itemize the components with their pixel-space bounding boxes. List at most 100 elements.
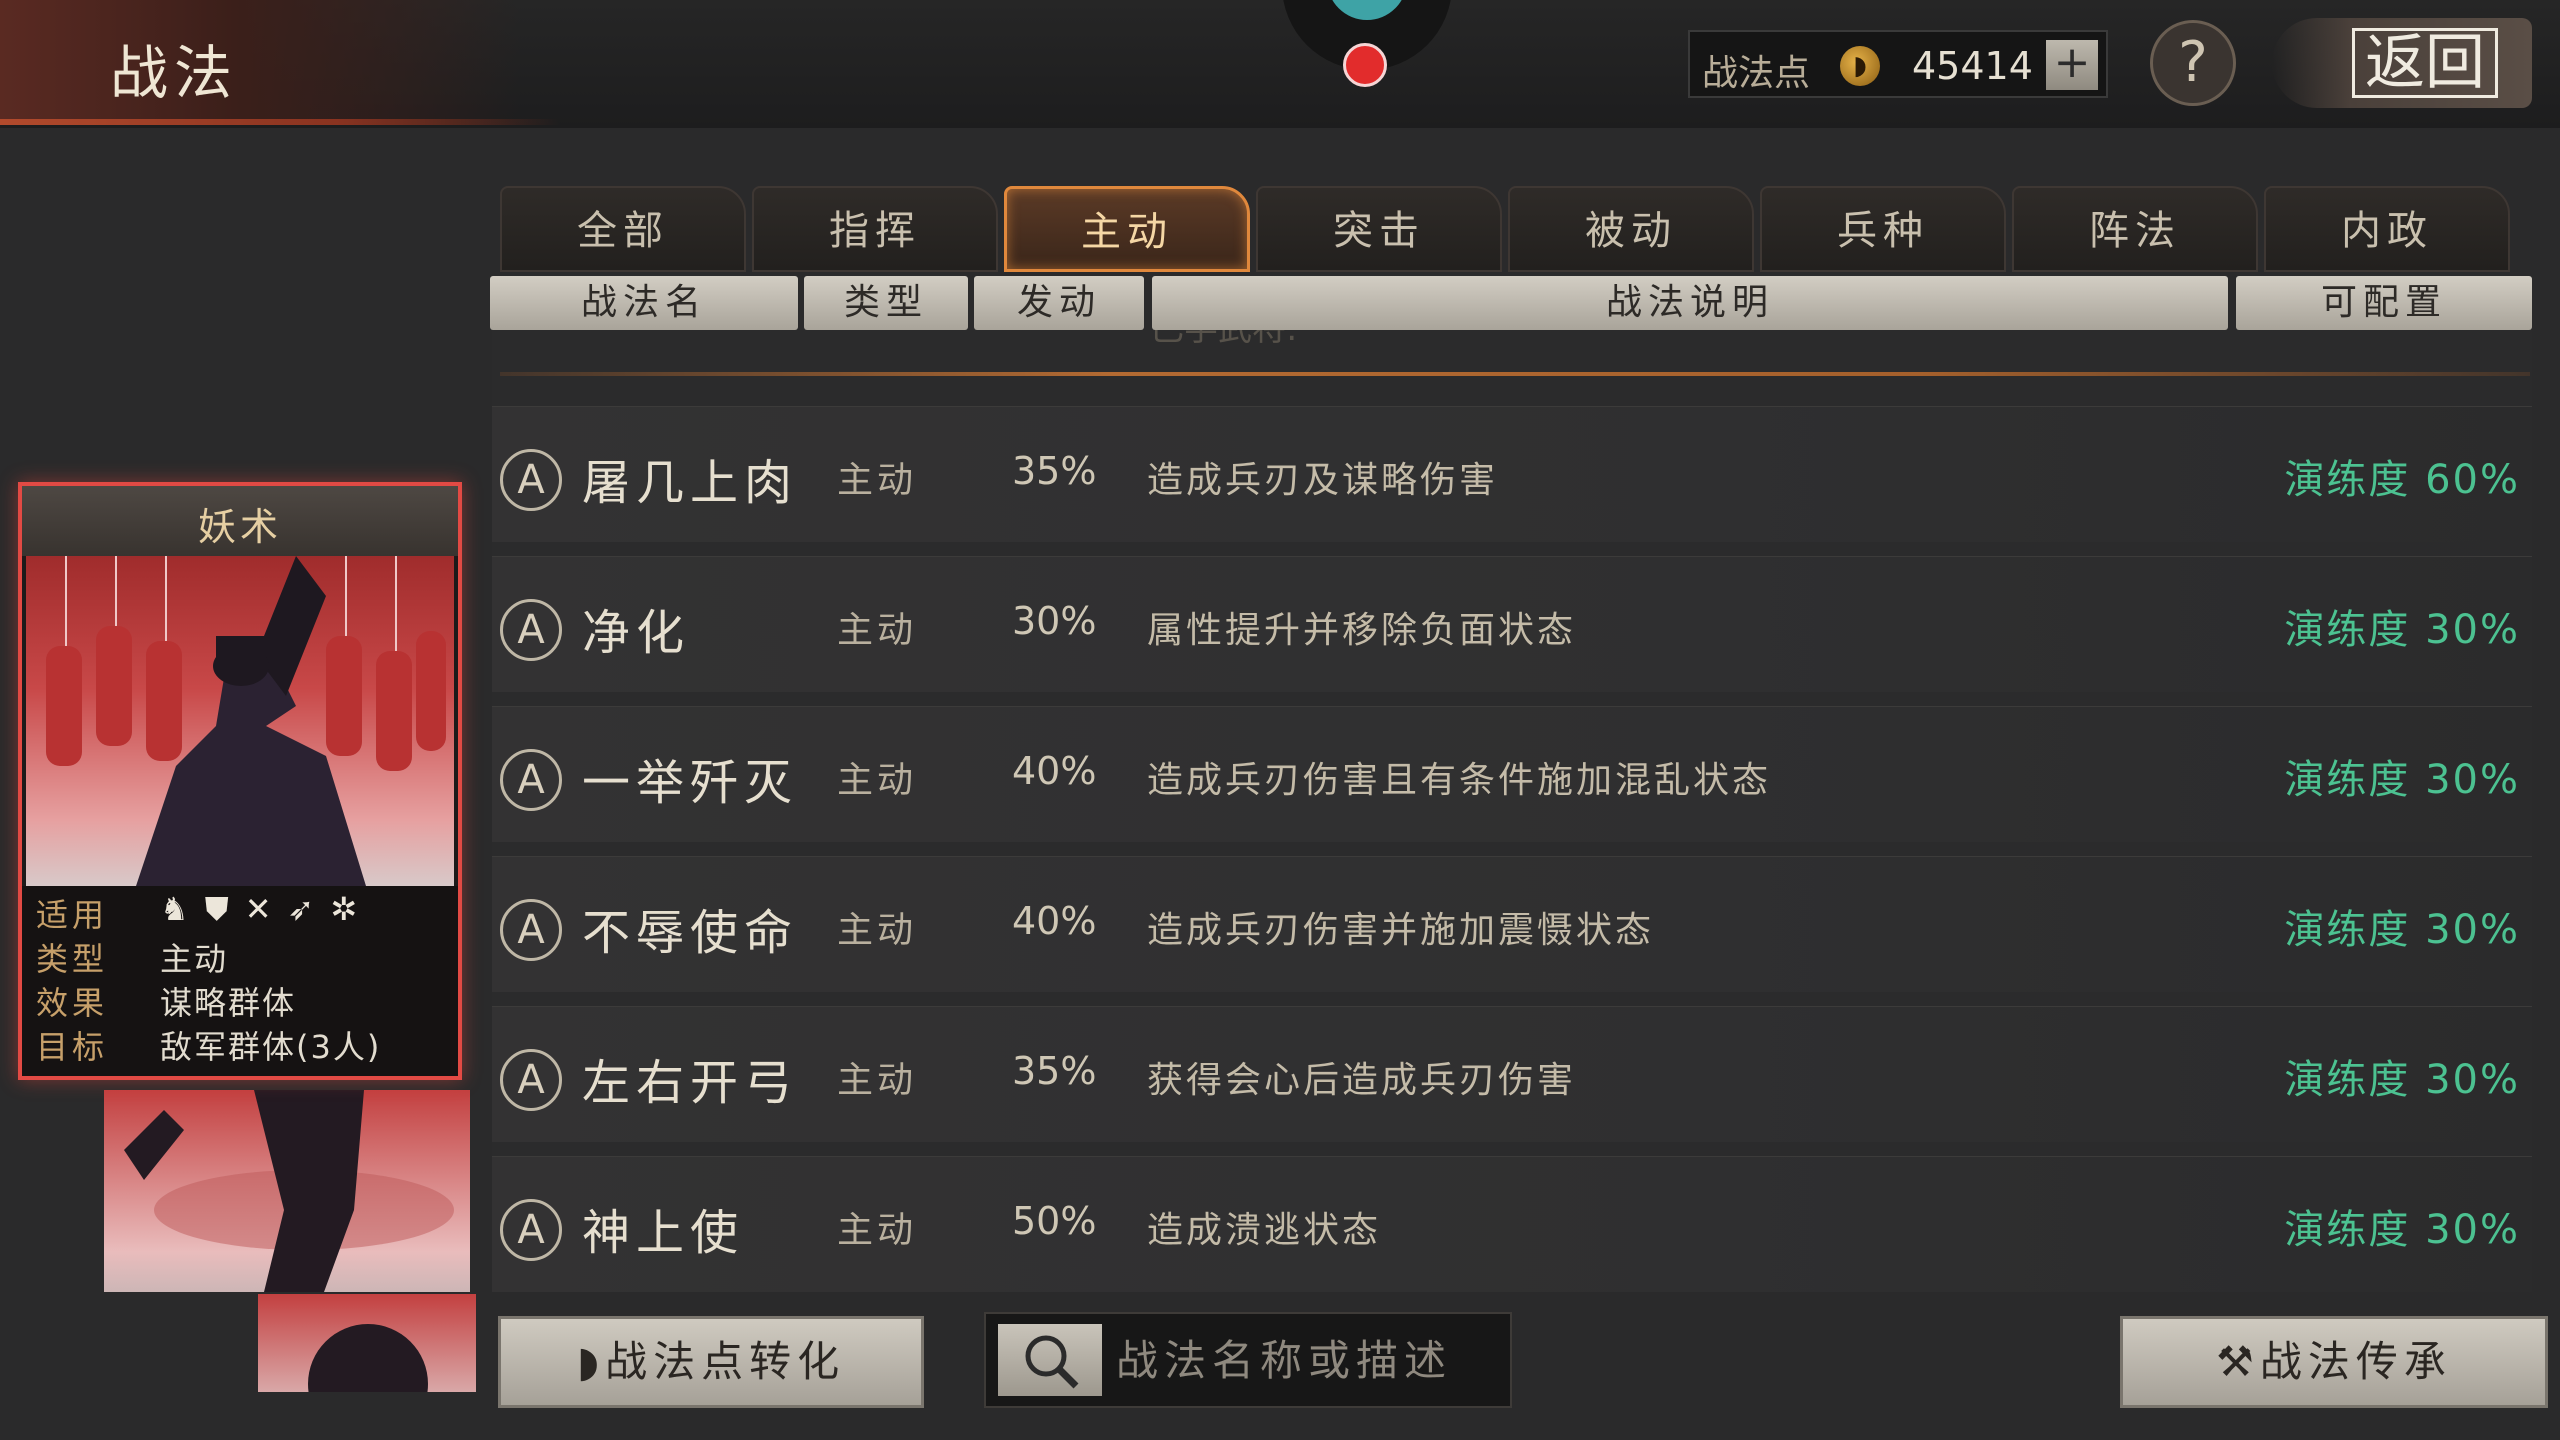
skill-training: 演练度 60%	[2284, 457, 2520, 503]
column-header-rate[interactable]: 发动	[974, 276, 1144, 330]
card-info-panel: 适用 ♞⛊✕➶✲ 类型 主动 效果 谋略群体 目标 敌军群体(3人)	[22, 886, 458, 1076]
grade-badge: A	[500, 1049, 562, 1111]
skill-row[interactable]: A 屠几上肉 主动 35% 造成兵刃及谋略伤害 演练度 60%	[492, 406, 2532, 542]
skill-training: 演练度 30%	[2284, 1057, 2520, 1103]
card-art-silhouette	[124, 1090, 454, 1292]
column-header-name[interactable]: 战法名	[490, 276, 798, 330]
type-value: 主动	[160, 940, 229, 978]
skill-rate: 40%	[1012, 749, 1097, 793]
grade-badge: A	[500, 899, 562, 961]
effect-label: 效果	[36, 984, 109, 1022]
page-title: 战法	[110, 39, 239, 107]
search-button[interactable]	[998, 1324, 1102, 1396]
tab-active[interactable]: 主动	[1004, 186, 1250, 272]
applicable-label: 适用	[36, 896, 109, 934]
list-top-divider	[500, 372, 2530, 376]
shield-icon: ⛊	[204, 890, 245, 928]
skill-name: 净化	[582, 605, 691, 661]
target-value: 敌军群体(3人)	[160, 1028, 382, 1066]
skill-type: 主动	[837, 1210, 918, 1251]
stacked-skill-card[interactable]	[104, 1090, 470, 1292]
info-row-effect: 效果 谋略群体	[36, 978, 446, 1022]
back-label: 返回	[2352, 28, 2498, 98]
points-coin-icon: ◗	[576, 1337, 606, 1386]
search-icon	[1025, 1335, 1079, 1389]
tab-troop[interactable]: 兵种	[1760, 186, 2006, 272]
card-title-bar: 妖术	[22, 486, 458, 556]
skill-name: 神上使	[582, 1205, 745, 1261]
skill-type: 主动	[837, 760, 918, 801]
skill-description: 造成兵刃伤害且有条件施加混乱状态	[1147, 760, 1772, 801]
type-label: 类型	[36, 940, 109, 978]
skill-rate: 50%	[1012, 1199, 1097, 1243]
skill-rate: 30%	[1012, 599, 1097, 643]
inherit-label: 战法传承	[2259, 1337, 2452, 1386]
column-header-description: 战法说明	[1152, 276, 2228, 330]
card-art	[26, 556, 454, 886]
tactic-points-box: 战法点 ◗ 45414 +	[1688, 30, 2108, 98]
hammer-icon: ⚒	[2216, 1337, 2260, 1386]
skill-description: 造成兵刃及谋略伤害	[1147, 460, 1499, 501]
target-label: 目标	[36, 1028, 109, 1066]
skill-type: 主动	[837, 1060, 918, 1101]
skill-rate: 35%	[1012, 449, 1097, 493]
top-bar: 战法 战法点 ◗ 45414 + ? 返回	[0, 0, 2560, 128]
info-row-target: 目标 敌军群体(3人)	[36, 1022, 446, 1066]
skill-rate: 40%	[1012, 899, 1097, 943]
skill-type: 主动	[837, 460, 918, 501]
skill-description: 获得会心后造成兵刃伤害	[1147, 1060, 1577, 1101]
info-row-applicable: 适用 ♞⛊✕➶✲	[36, 890, 446, 934]
skill-name: 左右开弓	[582, 1055, 799, 1111]
points-label: 战法点	[1702, 53, 1811, 94]
skill-description: 属性提升并移除负面状态	[1147, 610, 1577, 651]
skill-row[interactable]: A 不辱使命 主动 40% 造成兵刃伤害并施加震慑状态 演练度 30%	[492, 856, 2532, 992]
effect-value: 谋略群体	[160, 984, 297, 1022]
info-row-type: 类型 主动	[36, 934, 446, 978]
notification-dot	[1343, 43, 1387, 87]
skill-type: 主动	[837, 610, 918, 651]
skill-type: 主动	[837, 910, 918, 951]
inherit-skill-button[interactable]: ⚒战法传承	[2120, 1316, 2548, 1408]
bow-icon: ➶	[287, 890, 331, 928]
column-header-type[interactable]: 类型	[804, 276, 968, 330]
skill-description: 造成兵刃伤害并施加震慑状态	[1147, 910, 1655, 951]
wheel-icon: ✲	[330, 890, 374, 928]
tab-command[interactable]: 指挥	[752, 186, 998, 272]
stacked-skill-card[interactable]	[258, 1294, 476, 1392]
search-box	[984, 1312, 1512, 1408]
convert-points-button[interactable]: ◗战法点转化	[498, 1316, 924, 1408]
crossed-spears-icon: ✕	[244, 890, 288, 928]
search-input[interactable]	[1116, 1314, 1496, 1406]
tab-passive[interactable]: 被动	[1508, 186, 1754, 272]
skill-name: 屠几上肉	[582, 455, 799, 511]
skill-name: 不辱使命	[582, 905, 799, 961]
troop-icons: ♞⛊✕➶✲	[160, 890, 373, 929]
selected-skill-card[interactable]: 妖术 适用 ♞⛊✕➶✲ 类型 主动 效果 谋略群体 目标 敌军群体(3人)	[18, 482, 462, 1080]
skill-row[interactable]: A 一举歼灭 主动 40% 造成兵刃伤害且有条件施加混乱状态 演练度 30%	[492, 706, 2532, 842]
tab-assault[interactable]: 突击	[1256, 186, 1502, 272]
title-plate: 战法	[0, 0, 560, 125]
tab-all[interactable]: 全部	[500, 186, 746, 272]
skill-training: 演练度 30%	[2284, 907, 2520, 953]
skill-training: 演练度 30%	[2284, 1207, 2520, 1253]
grade-badge: A	[500, 749, 562, 811]
sorcerer-illustration	[46, 556, 446, 886]
skill-row[interactable]: A 左右开弓 主动 35% 获得会心后造成兵刃伤害 演练度 30%	[492, 1006, 2532, 1142]
skill-rate: 35%	[1012, 1049, 1097, 1093]
grade-badge: A	[500, 1199, 562, 1261]
help-button[interactable]: ?	[2150, 20, 2236, 106]
skill-training: 演练度 30%	[2284, 607, 2520, 653]
skill-row[interactable]: A 净化 主动 30% 属性提升并移除负面状态 演练度 30%	[492, 556, 2532, 692]
points-coin-icon: ◗	[1840, 46, 1880, 86]
skill-training: 演练度 30%	[2284, 757, 2520, 803]
column-header-configurable[interactable]: 可配置	[2236, 276, 2532, 330]
card-art-silhouette	[308, 1324, 428, 1392]
tab-formation[interactable]: 阵法	[2012, 186, 2258, 272]
add-points-button[interactable]: +	[2046, 40, 2098, 90]
skill-row[interactable]: A 神上使 主动 50% 造成溃逃状态 演练度 30%	[492, 1156, 2532, 1292]
cavalry-icon: ♞	[160, 890, 205, 928]
tab-internal-affairs[interactable]: 内政	[2264, 186, 2510, 272]
skill-name: 一举歼灭	[582, 755, 799, 811]
points-value: 45414	[1912, 44, 2033, 88]
back-button[interactable]: 返回	[2272, 18, 2532, 108]
